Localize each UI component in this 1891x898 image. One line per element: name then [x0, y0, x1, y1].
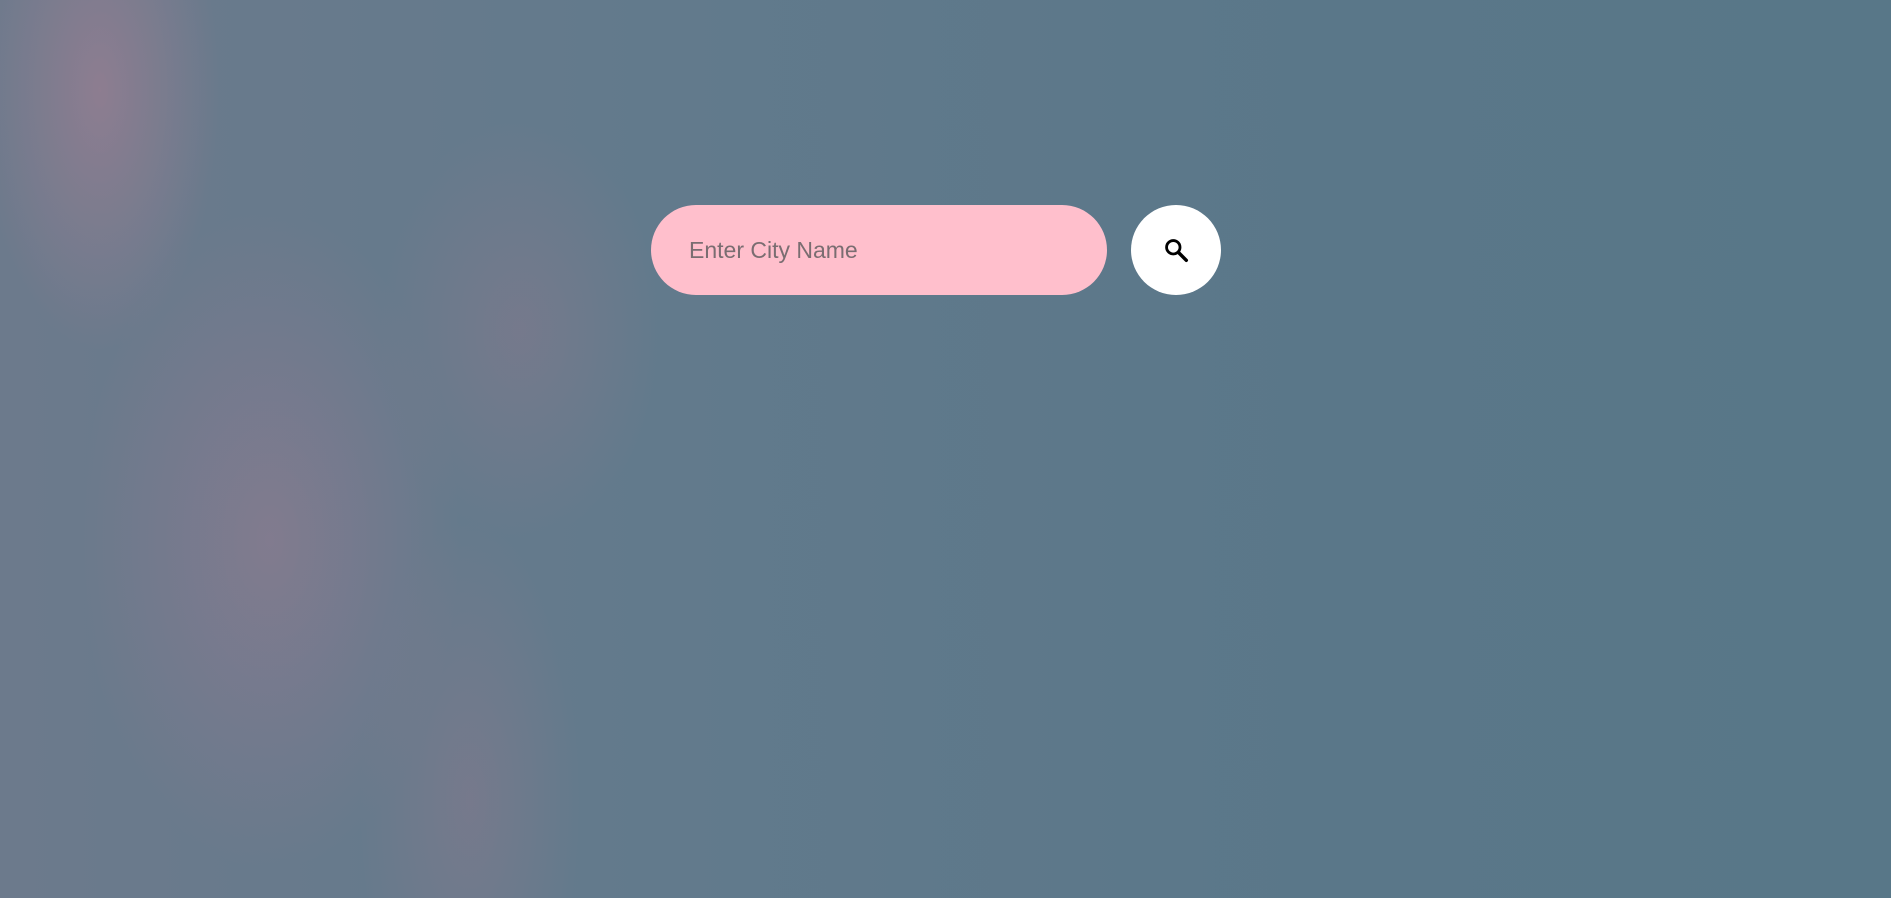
city-search-input[interactable]	[651, 205, 1107, 295]
search-bar	[651, 205, 1221, 295]
background-image	[0, 0, 1891, 898]
search-icon	[1163, 237, 1189, 263]
search-button[interactable]	[1131, 205, 1221, 295]
